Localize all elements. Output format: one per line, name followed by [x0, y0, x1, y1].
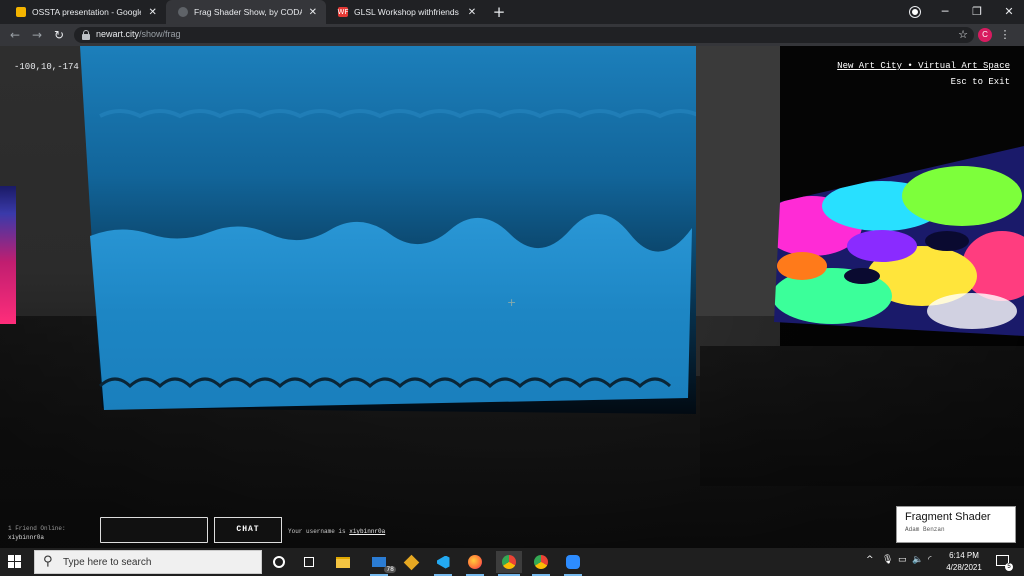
mail-badge: 78 [384, 566, 396, 573]
search-icon: ⚲ [43, 554, 53, 569]
clock-time: 6:14 PM [949, 551, 979, 560]
shader-canvas [80, 46, 696, 414]
psychedelic-canvas [774, 146, 1024, 336]
minimize-button[interactable]: ─ [930, 0, 960, 24]
system-clock[interactable]: 6:14 PM 4/28/2021 [940, 550, 988, 574]
close-tab-icon[interactable]: ✕ [466, 7, 478, 18]
artwork-left-partial[interactable] [0, 186, 16, 324]
tab-frag-shader-show[interactable]: Frag Shader Show, by CODAME ✕ [166, 0, 326, 24]
withfriends-icon: WF [337, 7, 349, 17]
file-explorer-icon[interactable] [332, 551, 354, 573]
globe-icon [178, 7, 188, 17]
chrome-icon[interactable] [530, 551, 552, 576]
tab-strip: OSSTA presentation - Google Sli ✕ Frag S… [0, 0, 1024, 24]
cortana-icon[interactable] [268, 551, 290, 573]
google-slides-icon [16, 7, 26, 17]
tray-chevron-icon[interactable]: ^ [866, 555, 874, 565]
profile-avatar[interactable]: C [978, 28, 992, 42]
battery-icon[interactable]: ▭ [898, 555, 907, 565]
url-host: newart.city [96, 29, 140, 39]
wifi-icon[interactable]: ◜ [928, 555, 932, 565]
3d-gallery-viewport[interactable]: -100,10,-174 New Art City • Virtual Art … [0, 46, 1024, 548]
git-icon[interactable] [400, 551, 422, 573]
friends-online-label: 1 Friend Online: [8, 525, 66, 532]
chrome-profile-icon[interactable] [496, 551, 522, 576]
address-bar[interactable]: newart.city/show/frag ☆ [74, 27, 974, 43]
notification-count: 5 [1005, 563, 1013, 571]
artwork-title: Fragment Shader [905, 511, 991, 523]
clock-date: 4/28/2021 [946, 563, 982, 572]
camera-coordinates: -100,10,-174 [14, 62, 79, 72]
tab-title: GLSL Workshop withfriends [354, 7, 459, 17]
new-art-city-link[interactable]: New Art City • Virtual Art Space [837, 61, 1010, 71]
lock-icon[interactable] [82, 30, 90, 40]
back-button[interactable]: ← [6, 26, 24, 44]
reload-button[interactable]: ↻ [50, 26, 68, 44]
browser-toolbar: ← → ↻ newart.city/show/frag ☆ [0, 24, 1024, 46]
close-tab-icon[interactable]: ✕ [308, 7, 318, 18]
esc-to-exit-hint: Esc to Exit [950, 77, 1010, 87]
chat-input[interactable] [100, 517, 208, 543]
taskbar-search-box[interactable]: ⚲ Type here to search [34, 550, 262, 574]
friend-name: xiybinnr0a [8, 534, 45, 541]
maximize-button[interactable]: ❐ [962, 0, 992, 24]
volume-icon[interactable]: 🔈 [912, 555, 923, 565]
windows-taskbar: ⚲ Type here to search 78 ^ 🎙 ▭ 🔈 ◜ 6:14 … [0, 548, 1024, 576]
mail-icon[interactable]: 78 [368, 551, 396, 576]
username-info: Your username is xiybinnr0a [288, 528, 385, 535]
vscode-icon[interactable] [432, 551, 454, 576]
search-placeholder: Type here to search [63, 557, 152, 568]
close-window-button[interactable]: ✕ [994, 0, 1024, 24]
windows-start-icon[interactable] [8, 555, 22, 569]
chat-button[interactable]: CHAT [214, 517, 282, 543]
friends-online: 1 Friend Online: xiybinnr0a [8, 524, 66, 542]
username-link[interactable]: xiybinnr0a [349, 528, 385, 535]
artwork-info-card[interactable]: Fragment Shader Adam Benzan [896, 506, 1016, 543]
tab-glsl-workshop[interactable]: WF GLSL Workshop withfriends ✕ [326, 0, 486, 24]
url-text[interactable]: newart.city/show/frag [96, 29, 181, 39]
url-path: /show/frag [139, 29, 181, 39]
psychedelic-artwork[interactable] [772, 146, 1024, 336]
task-view-icon[interactable] [298, 551, 320, 573]
tab-title: Frag Shader Show, by CODAME [194, 7, 302, 17]
fragment-shader-artwork[interactable] [80, 46, 696, 416]
zoom-icon[interactable] [562, 551, 584, 576]
tab-title: OSSTA presentation - Google Sli [32, 7, 142, 17]
forward-button[interactable]: → [28, 26, 46, 44]
tab-ossta-presentation[interactable]: OSSTA presentation - Google Sli ✕ [4, 0, 166, 24]
new-tab-button[interactable]: + [490, 3, 508, 21]
firefox-icon[interactable] [464, 551, 486, 576]
microphone-icon[interactable]: 🎙 [882, 555, 893, 565]
close-tab-icon[interactable]: ✕ [147, 7, 158, 18]
bookmark-star-icon[interactable]: ☆ [958, 27, 968, 43]
crosshair-icon: + [507, 296, 517, 309]
notification-center-icon[interactable]: 5 [996, 555, 1013, 571]
artwork-artist: Adam Benzan [905, 526, 945, 533]
browser-menu-icon[interactable]: ⋮ [998, 26, 1012, 44]
record-indicator-icon [910, 7, 920, 17]
username-label: Your username is [288, 528, 350, 535]
